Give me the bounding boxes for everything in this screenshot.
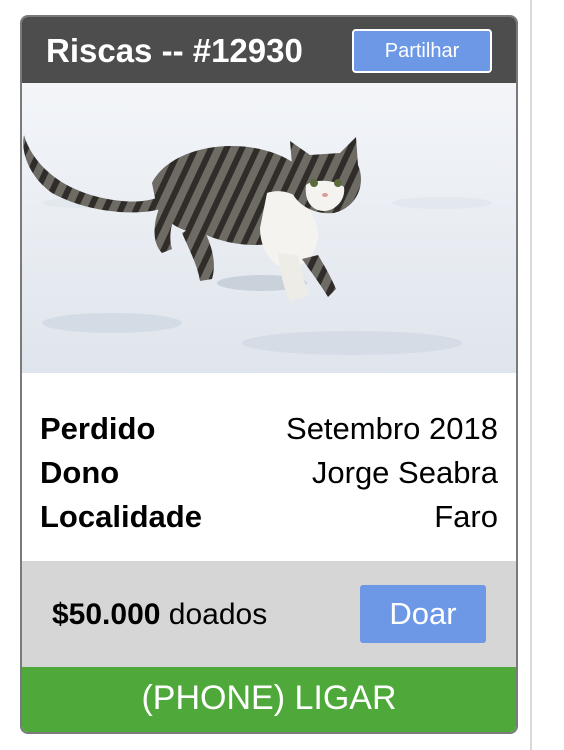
lost-value: Setembro 2018: [286, 411, 498, 446]
details-panel: Perdido Setembro 2018 Dono Jorge Seabra …: [22, 373, 516, 561]
lost-pet-card: Riscas -- #12930 Partilhar Perdido Setem…: [20, 15, 518, 734]
lost-label: Perdido: [40, 411, 156, 446]
owner-label: Dono: [40, 455, 120, 490]
scrollbar-edge: [530, 0, 532, 750]
donation-total: $50.000 doados: [52, 595, 267, 635]
donate-button[interactable]: Doar: [360, 585, 486, 643]
detail-row-location: Localidade Faro: [40, 495, 498, 539]
detail-row-lost: Perdido Setembro 2018: [40, 407, 498, 451]
donation-suffix: doados: [160, 598, 268, 631]
location-label: Localidade: [40, 499, 202, 534]
location-value: Faro: [434, 499, 498, 534]
donation-amount: $50.000: [52, 598, 161, 631]
detail-row-owner: Dono Jorge Seabra: [40, 451, 498, 495]
pet-photo: [22, 83, 516, 373]
donation-bar: $50.000 doados Doar: [22, 561, 516, 667]
card-title: Riscas -- #12930: [46, 32, 303, 69]
owner-value: Jorge Seabra: [311, 455, 498, 490]
call-button[interactable]: (PHONE) LIGAR: [22, 667, 516, 732]
card-header: Riscas -- #12930 Partilhar: [22, 17, 516, 83]
share-button[interactable]: Partilhar: [352, 29, 492, 73]
